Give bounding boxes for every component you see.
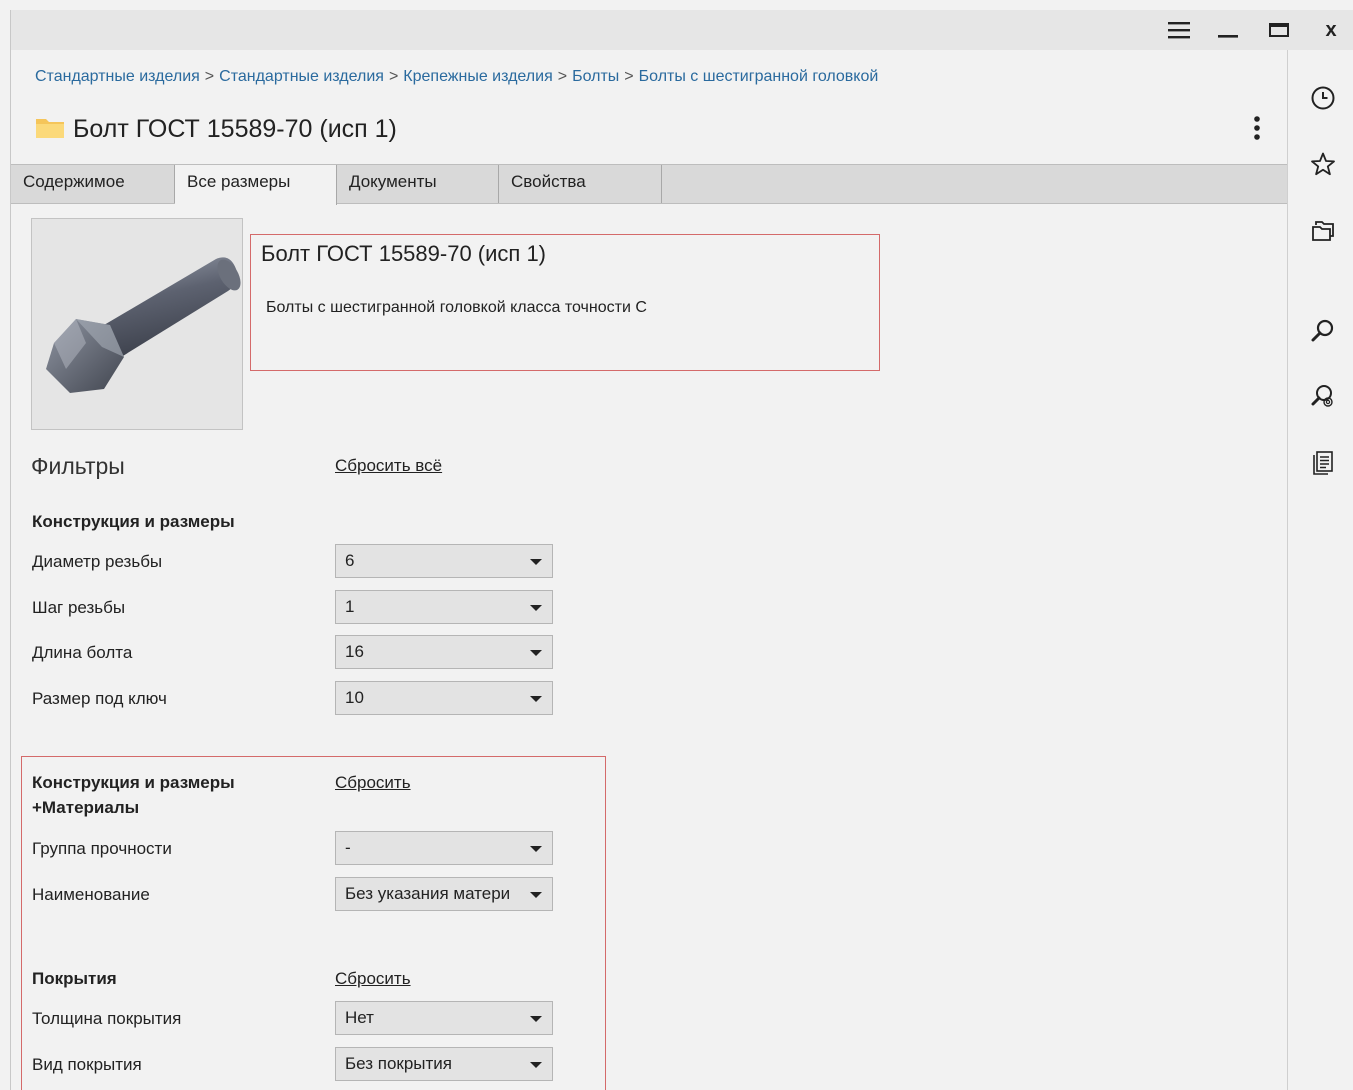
breadcrumb-item[interactable]: Болты с шестигранной головкой (639, 68, 879, 85)
right-sidebar (1287, 50, 1353, 1090)
filter-label-strength-group: Группа прочности (32, 839, 172, 858)
product-description: Болты с шестигранной головкой класса точ… (266, 299, 647, 316)
star-icon[interactable] (1310, 151, 1336, 177)
bolt-length-select[interactable]: 16 (335, 635, 553, 669)
tab-contents[interactable]: Содержимое (11, 165, 175, 203)
filter-label-coating-type: Вид покрытия (32, 1055, 142, 1074)
coating-thickness-select[interactable]: Нет (335, 1001, 553, 1035)
product-name: Болт ГОСТ 15589-70 (исп 1) (261, 241, 547, 266)
menu-icon[interactable] (1159, 10, 1199, 50)
thread-diameter-select[interactable]: 6 (335, 544, 553, 578)
chevron-down-icon (530, 650, 542, 656)
breadcrumb-item[interactable]: Стандартные изделия (35, 68, 200, 85)
tab-bar: Содержимое Все размеры Документы Свойств… (11, 164, 1287, 205)
tab-properties[interactable]: Свойства (499, 165, 662, 203)
maximize-icon[interactable] (1259, 10, 1299, 50)
breadcrumb-item[interactable]: Стандартные изделия (219, 68, 384, 85)
tab-all-sizes[interactable]: Все размеры (175, 165, 337, 205)
bolt-image (31, 218, 243, 430)
breadcrumb-item[interactable]: Болты (572, 68, 619, 85)
document-list-icon[interactable] (1310, 450, 1336, 476)
filter-label-coating-thickness: Толщина покрытия (32, 1009, 182, 1028)
filter-label-thread-pitch: Шаг резьбы (32, 598, 126, 617)
main-panel: Стандартные изделия > Стандартные изделия >… (11, 50, 1287, 1090)
chevron-down-icon (530, 559, 542, 565)
section-title-materials: Конструкция и размеры +Материалы (32, 773, 235, 817)
title-bar: x (11, 10, 1353, 50)
clock-icon[interactable] (1310, 85, 1336, 111)
fingerprint-search-icon[interactable] (1310, 383, 1336, 409)
tab-documents[interactable]: Документы (337, 165, 499, 203)
folder-icon (35, 115, 65, 144)
breadcrumb-separator: > (624, 68, 634, 85)
filters-title: Фильтры (31, 453, 125, 479)
breadcrumb-separator: > (557, 68, 568, 85)
chevron-down-icon (530, 892, 542, 898)
page-title: Болт ГОСТ 15589-70 (исп 1) (35, 112, 397, 146)
chevron-down-icon (530, 605, 542, 611)
wrench-size-select[interactable]: 10 (335, 681, 553, 715)
chevron-down-icon (530, 846, 542, 852)
chevron-down-icon (530, 1062, 542, 1068)
material-name-select[interactable]: Без указания матери (335, 877, 553, 911)
coating-type-select[interactable]: Без покрытия (335, 1047, 553, 1081)
filter-label-bolt-length: Длина болта (32, 643, 133, 662)
reset-materials-link[interactable]: Сбросить (335, 773, 411, 793)
reset-coatings-link[interactable]: Сбросить (335, 969, 411, 989)
breadcrumb-separator: > (388, 68, 399, 85)
app-window: x Стандартные изделия > Стандартные издели… (10, 10, 1353, 1090)
folders-icon[interactable] (1310, 217, 1336, 243)
more-vertical-icon[interactable] (1245, 110, 1269, 146)
filter-label-wrench-size: Размер под ключ (32, 689, 167, 708)
close-icon[interactable]: x (1311, 10, 1351, 50)
thread-pitch-select[interactable]: 1 (335, 590, 553, 624)
filter-label-thread-diameter: Диаметр резьбы (32, 552, 163, 571)
breadcrumb: Стандартные изделия > Стандартные изделия >… (35, 68, 878, 86)
section-title-design: Конструкция и размеры (32, 512, 235, 531)
section-title-coatings: Покрытия (32, 969, 117, 988)
minimize-icon[interactable] (1208, 10, 1248, 50)
filter-label-material-name: Наименование (32, 885, 150, 904)
breadcrumb-item[interactable]: Крепежные изделия (403, 68, 552, 85)
breadcrumb-separator: > (204, 68, 215, 85)
reset-all-link[interactable]: Сбросить всё (335, 456, 442, 476)
search-icon[interactable] (1310, 318, 1336, 344)
strength-group-select[interactable]: - (335, 831, 553, 865)
chevron-down-icon (530, 696, 542, 702)
page-title-text: Болт ГОСТ 15589-70 (исп 1) (73, 114, 397, 143)
product-description-box: Болт ГОСТ 15589-70 (исп 1) Болты с шести… (250, 234, 880, 371)
chevron-down-icon (530, 1016, 542, 1022)
